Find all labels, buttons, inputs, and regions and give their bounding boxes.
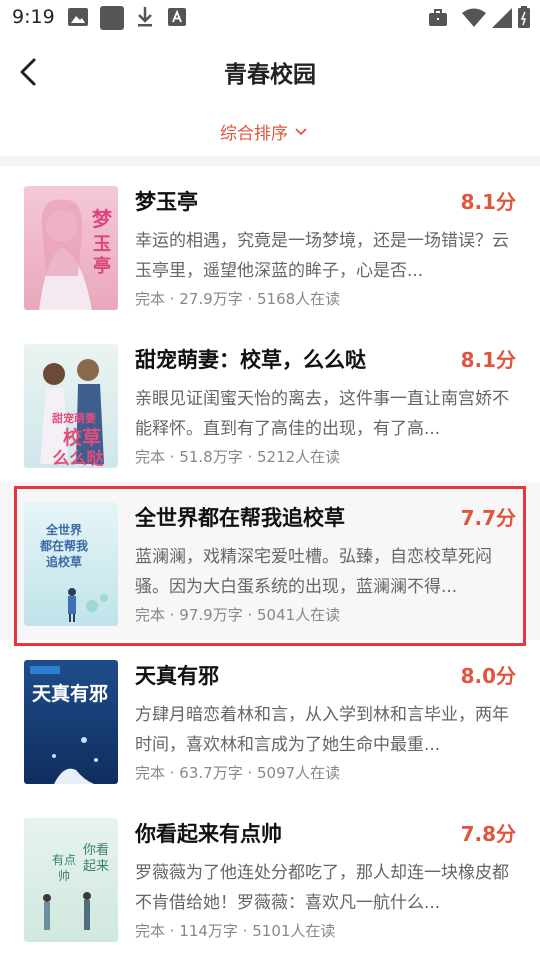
sort-label: 综合排序 bbox=[220, 124, 288, 144]
svg-text:都在帮我: 都在帮我 bbox=[39, 538, 88, 553]
svg-text:你看: 你看 bbox=[83, 842, 109, 858]
book-title: 全世界都在帮我追校草 bbox=[135, 506, 345, 530]
book-title: 天真有邪 bbox=[135, 664, 219, 688]
book-cover[interactable]: 天真有邪 bbox=[24, 660, 118, 784]
book-item[interactable]: 甜宠萌妻 校草 么么哒 甜宠萌妻：校草，么么哒 8.1分 亲眼见证闺蜜天怡的离去… bbox=[0, 324, 540, 482]
chevron-down-icon bbox=[295, 127, 307, 135]
book-score: 8.1分 bbox=[460, 190, 516, 214]
book-item[interactable]: 梦 玉 亭 梦玉亭 8.1分 幸运的相遇，究竟是一场梦境，还是一场错误？云玉亭里… bbox=[0, 166, 540, 324]
briefcase-icon bbox=[429, 9, 447, 26]
svg-text:么么哒: 么么哒 bbox=[53, 448, 105, 468]
svg-text:亭: 亭 bbox=[93, 255, 111, 277]
book-cover[interactable]: 你看 起来 有点 帅 bbox=[24, 818, 118, 942]
book-meta: 完本 · 114万字 · 5101人在读 bbox=[135, 922, 336, 940]
book-title: 你看起来有点帅 bbox=[135, 822, 282, 846]
book-score: 7.8分 bbox=[460, 822, 516, 846]
status-time: 9:19 bbox=[12, 6, 55, 28]
status-bar: 9:19 bbox=[0, 0, 540, 36]
book-title: 甜宠萌妻：校草，么么哒 bbox=[135, 348, 366, 372]
book-score: 8.1分 bbox=[460, 348, 516, 372]
book-score: 8.0分 bbox=[460, 664, 516, 688]
book-description: 蓝澜澜，戏精深宅爱吐槽。弘臻，自恋校草死闷骚。因为大白蛋系统的出现，蓝澜澜不得.… bbox=[135, 547, 492, 597]
svg-text:起来: 起来 bbox=[83, 859, 109, 874]
book-meta: 完本 · 27.9万字 · 5168人在读 bbox=[135, 290, 341, 308]
svg-text:玉: 玉 bbox=[93, 234, 111, 255]
svg-text:帅: 帅 bbox=[58, 869, 70, 883]
sort-dropdown[interactable]: 综合排序 bbox=[220, 119, 308, 144]
page-title: 青春校园 bbox=[224, 62, 316, 88]
font-icon bbox=[168, 8, 186, 26]
header: 青春校园 综合排序 bbox=[0, 36, 540, 156]
book-cover[interactable]: 梦 玉 亭 bbox=[24, 186, 118, 310]
svg-text:校草: 校草 bbox=[63, 426, 101, 449]
book-description: 亲眼见证闺蜜天怡的离去，这件事一直让南宫娇不能释怀。直到有了高佳的出现，有了高.… bbox=[135, 389, 509, 439]
book-description: 方肆月暗恋着林和言，从入学到林和言毕业，两年时间，喜欢林和言成为了她生命中最重.… bbox=[135, 705, 509, 755]
book-item[interactable]: 天真有邪 天真有邪 8.0分 方肆月暗恋着林和言，从入学到林和言毕业，两年时间，… bbox=[0, 640, 540, 798]
battery-icon bbox=[518, 6, 530, 28]
book-meta: 完本 · 51.8万字 · 5212人在读 bbox=[135, 448, 341, 466]
signal-icon bbox=[492, 8, 512, 28]
image-icon bbox=[68, 8, 88, 26]
book-description: 幸运的相遇，究竟是一场梦境，还是一场错误？云玉亭里，遥望他深蓝的眸子，心是否..… bbox=[135, 231, 509, 281]
book-item[interactable]: 全世界 都在帮我 追校草 全世界都在帮我追校草 7.7分 蓝澜澜，戏精深宅爱吐槽… bbox=[0, 482, 540, 640]
svg-text:天真有邪: 天真有邪 bbox=[32, 682, 108, 705]
wifi-icon bbox=[462, 8, 486, 27]
download-icon bbox=[138, 7, 152, 27]
svg-text:全世界: 全世界 bbox=[45, 522, 82, 537]
book-title: 梦玉亭 bbox=[135, 190, 198, 214]
book-description: 罗薇薇为了他连处分都吃了，那人却连一块橡皮都不肯借给她！罗薇薇：喜欢凡一航什么.… bbox=[135, 863, 509, 913]
book-meta: 完本 · 63.7万字 · 5097人在读 bbox=[135, 764, 341, 782]
book-list: 梦 玉 亭 梦玉亭 8.1分 幸运的相遇，究竟是一场梦境，还是一场错误？云玉亭里… bbox=[0, 166, 540, 960]
book-item[interactable]: 你看 起来 有点 帅 你看起来有点帅 7.8分 罗薇薇为了他连处分都吃了，那人却… bbox=[0, 798, 540, 956]
book-meta: 完本 · 97.9万字 · 5041人在读 bbox=[135, 606, 341, 624]
book-score: 7.7分 bbox=[460, 506, 516, 530]
book-cover[interactable]: 全世界 都在帮我 追校草 bbox=[24, 502, 118, 626]
svg-text:有点: 有点 bbox=[52, 853, 76, 867]
book-cover[interactable]: 甜宠萌妻 校草 么么哒 bbox=[24, 344, 118, 468]
svg-text:梦: 梦 bbox=[92, 207, 113, 231]
app-icon bbox=[100, 6, 124, 30]
svg-text:甜宠萌妻: 甜宠萌妻 bbox=[52, 411, 96, 425]
svg-text:追校草: 追校草 bbox=[46, 554, 82, 569]
